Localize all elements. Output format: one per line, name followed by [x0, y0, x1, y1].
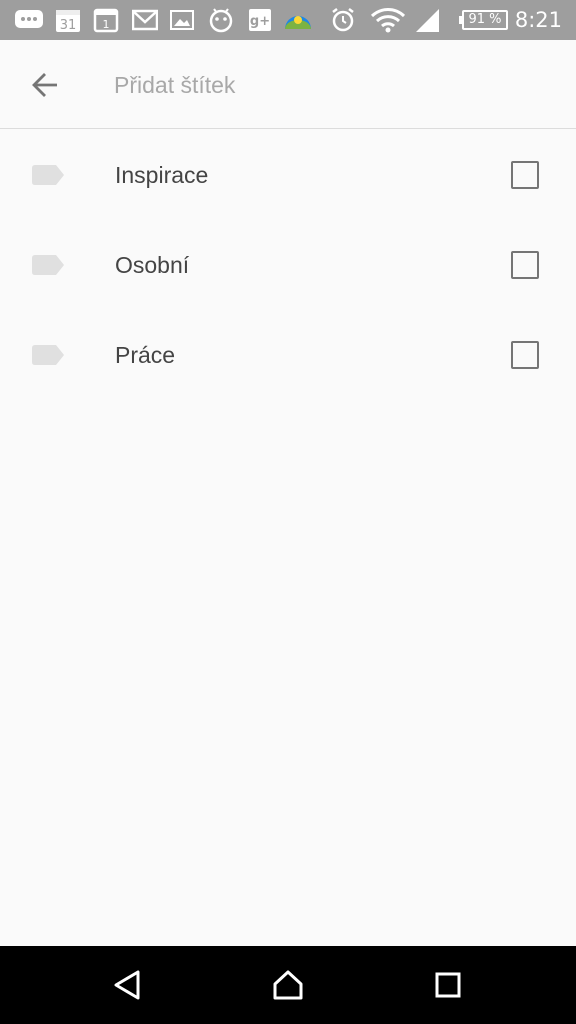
label-name: Práce — [115, 342, 176, 368]
label-list: Inspirace Osobní Práce — [0, 130, 576, 400]
wifi-icon — [370, 7, 406, 33]
android-icon — [207, 7, 235, 33]
cell-signal-icon — [414, 7, 440, 33]
arrow-back-icon — [32, 73, 57, 97]
nav-home-icon — [273, 970, 303, 1000]
label-tag-icon — [32, 345, 64, 365]
list-item-inspirace[interactable]: Inspirace — [0, 130, 576, 220]
label-search-input[interactable] — [114, 68, 534, 102]
label-checkbox[interactable] — [511, 251, 539, 279]
label-name: Inspirace — [115, 162, 209, 188]
calendar-31-day: 31 — [60, 18, 77, 33]
google-plus-label: g+ — [250, 14, 270, 29]
list-item-osobni[interactable]: Osobní — [0, 220, 576, 310]
nav-home-button[interactable] — [268, 965, 308, 1005]
list-item-prace[interactable]: Práce — [0, 310, 576, 400]
navigation-bar — [0, 946, 576, 1024]
nav-back-icon — [114, 970, 140, 1000]
label-checkbox[interactable] — [511, 341, 539, 369]
gmail-icon — [132, 7, 158, 33]
status-bar: 31 1 g+ 91 % 8:21 — [0, 0, 576, 40]
label-tag-icon — [32, 255, 64, 275]
nav-back-button[interactable] — [108, 965, 148, 1005]
label-tag-icon — [32, 165, 64, 185]
battery-level: 91 % — [459, 10, 508, 30]
calendar-1-icon: 1 — [93, 7, 119, 33]
google-plus-icon: g+ — [248, 7, 272, 33]
calendar-1-day: 1 — [103, 18, 110, 31]
alarm-icon — [330, 7, 356, 33]
status-clock: 8:21 — [514, 8, 562, 32]
nav-recents-icon — [435, 972, 461, 998]
chat-bubble-icon — [14, 7, 44, 33]
label-name: Osobní — [115, 252, 190, 278]
label-checkbox[interactable] — [511, 161, 539, 189]
calendar-31-icon: 31 — [55, 7, 81, 33]
toolbar — [0, 40, 576, 129]
battery-indicator: 91 % — [459, 0, 508, 40]
image-icon — [170, 7, 194, 33]
weather-icon — [283, 7, 313, 33]
nav-recents-button[interactable] — [428, 965, 468, 1005]
back-button[interactable] — [20, 60, 70, 110]
